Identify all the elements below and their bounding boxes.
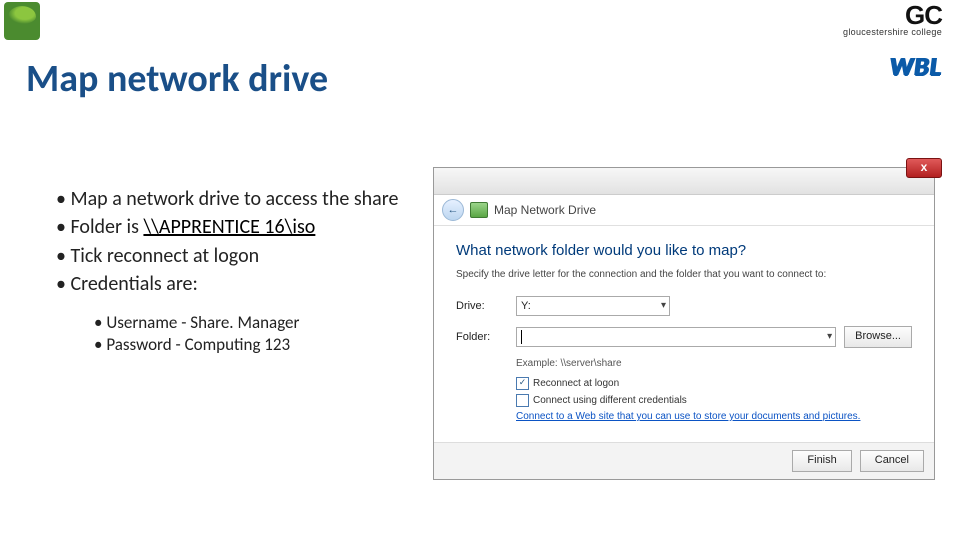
sub-bullets: Username - Share. Manager Password - Com… <box>94 312 426 357</box>
bullet-2: Folder is \\APPRENTICE 16\iso <box>56 214 426 240</box>
reconnect-label: Reconnect at logon <box>533 378 619 389</box>
folder-input[interactable] <box>516 327 836 347</box>
sub-bullet-1: Username - Share. Manager <box>94 312 426 334</box>
website-link[interactable]: Connect to a Web site that you can use t… <box>516 411 912 422</box>
browse-button[interactable]: Browse... <box>844 326 912 348</box>
bullet-2-prefix: Folder is <box>70 215 143 239</box>
text-caret <box>521 330 522 344</box>
gc-logo-big: GC <box>843 4 942 27</box>
diffcreds-label: Connect using different credentials <box>533 395 687 406</box>
dialog-navrow: ← Map Network Drive <box>434 195 934 226</box>
close-icon[interactable]: x <box>906 158 942 178</box>
drive-select[interactable]: Y: <box>516 296 670 316</box>
diffcreds-row[interactable]: Connect using different credentials <box>516 394 912 407</box>
bullet-3: Tick reconnect at logon <box>56 243 426 269</box>
gc-logo-small: gloucestershire college <box>843 27 942 37</box>
sub-bullet-2: Password - Computing 123 <box>94 334 426 356</box>
slide-title: Map network drive <box>26 56 328 102</box>
dialog-titlebar: x <box>434 168 934 195</box>
dialog-body: What network folder would you like to ma… <box>434 226 934 442</box>
folder-label: Folder: <box>456 331 516 343</box>
dialog-nav-label: Map Network Drive <box>494 203 596 217</box>
bullet-1: Map a network drive to access the share <box>56 186 426 212</box>
wbl-logo: WBL <box>890 50 942 82</box>
gc-logo: GC gloucestershire college <box>843 4 942 37</box>
back-icon[interactable]: ← <box>442 199 464 221</box>
drive-row: Drive: Y: <box>456 296 912 316</box>
finish-button[interactable]: Finish <box>792 450 851 472</box>
reconnect-checkbox[interactable]: ✓ <box>516 377 529 390</box>
drive-icon <box>470 202 488 218</box>
map-drive-dialog: x ← Map Network Drive What network folde… <box>434 168 934 479</box>
reconnect-row[interactable]: ✓ Reconnect at logon <box>516 377 912 390</box>
diffcreds-checkbox[interactable] <box>516 394 529 407</box>
cancel-button[interactable]: Cancel <box>860 450 924 472</box>
slide: GC gloucestershire college WBL Map netwo… <box>0 0 960 540</box>
dialog-footer: Finish Cancel <box>434 442 934 479</box>
bcs-logo <box>4 2 40 40</box>
dialog-question: What network folder would you like to ma… <box>456 242 912 259</box>
bullet-4: Credentials are: <box>56 271 426 297</box>
dialog-instruction: Specify the drive letter for the connect… <box>456 269 912 280</box>
bullet-list: Map a network drive to access the share … <box>56 186 426 356</box>
drive-label: Drive: <box>456 300 516 312</box>
example-text: Example: \\server\share <box>516 358 912 369</box>
folder-row: Folder: Browse... <box>456 326 912 348</box>
bullet-2-link: \\APPRENTICE 16\iso <box>143 215 315 239</box>
